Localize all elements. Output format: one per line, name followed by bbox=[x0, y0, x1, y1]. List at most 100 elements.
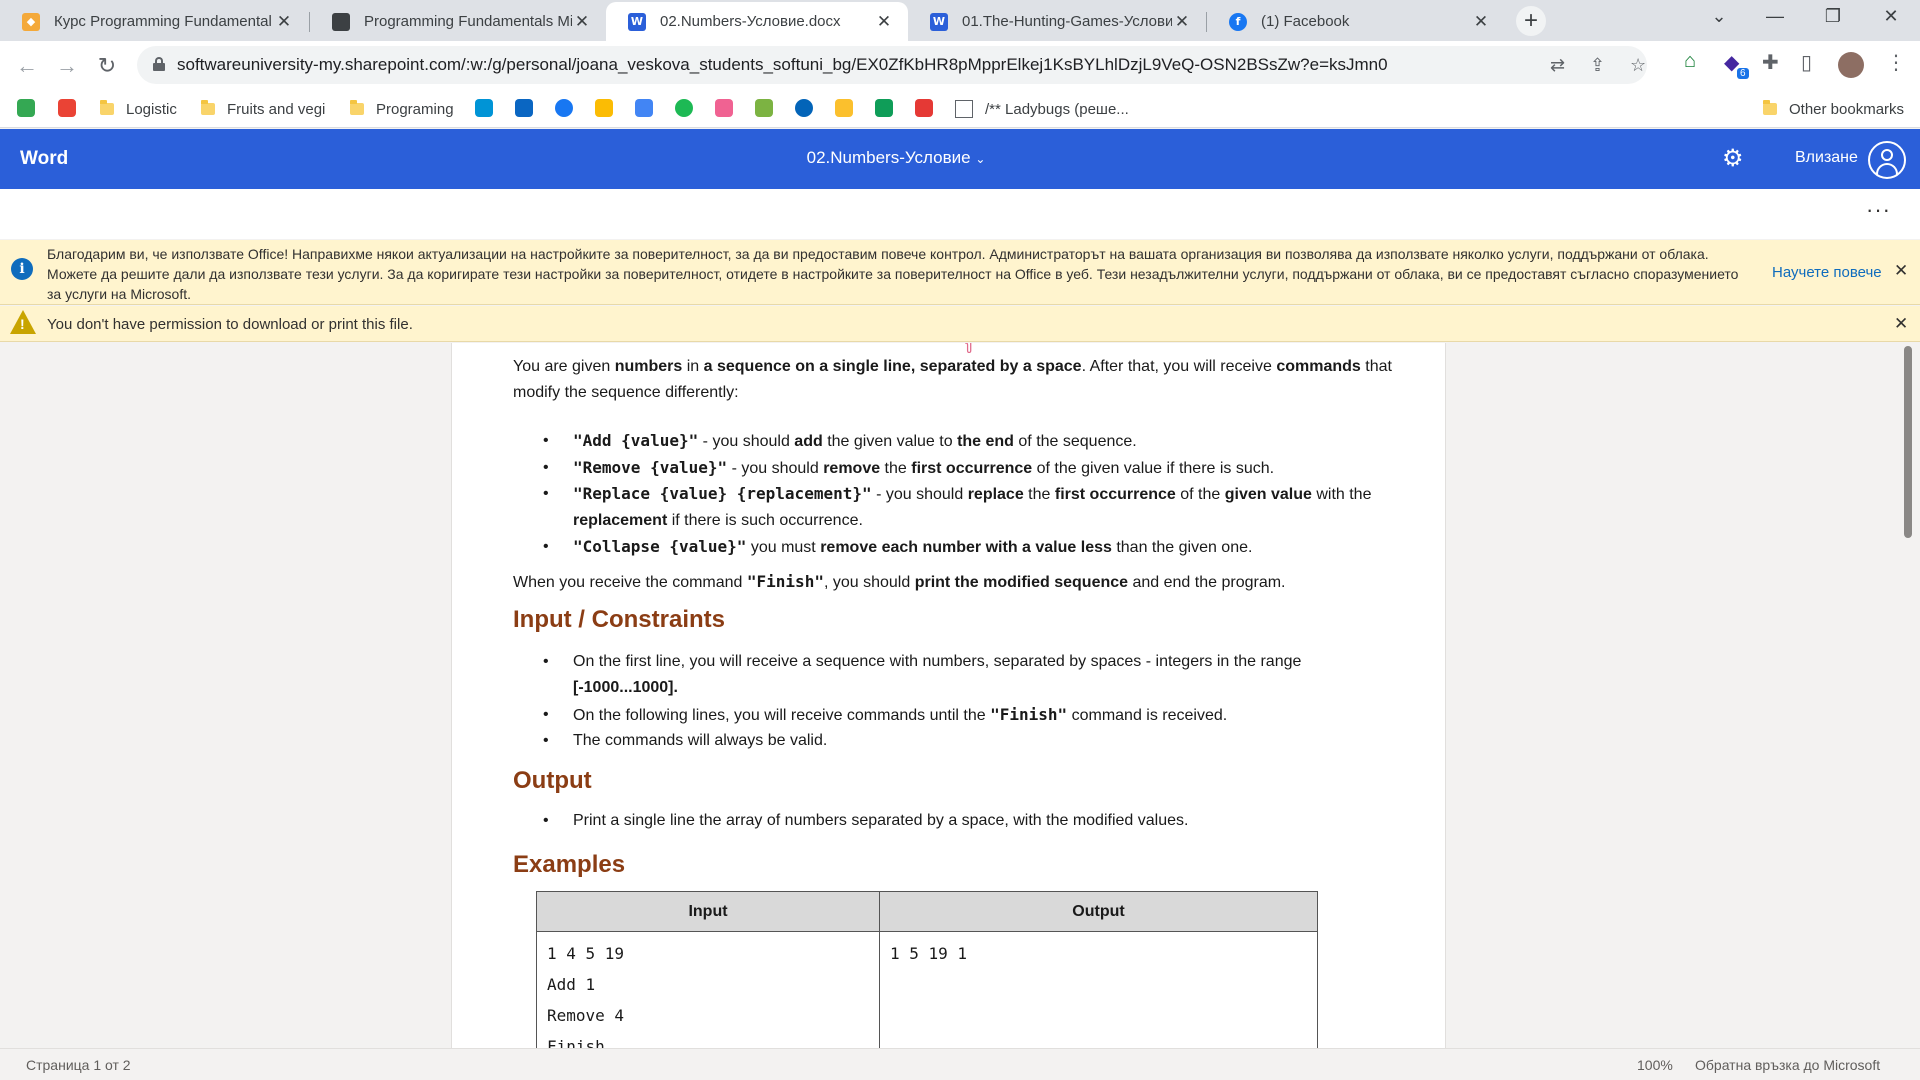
linkedin-icon[interactable] bbox=[515, 99, 533, 117]
c-app-icon[interactable] bbox=[915, 99, 933, 117]
folder-icon bbox=[350, 100, 364, 115]
page-count: Страница 1 от 2 bbox=[26, 1057, 131, 1073]
zoom-level[interactable]: 100% bbox=[1637, 1057, 1673, 1073]
minimize-button[interactable]: — bbox=[1760, 6, 1790, 27]
permission-warning-banner: ! You don't have permission to download … bbox=[0, 306, 1920, 342]
tab-softuni-course[interactable]: ◆ Курс Programming Fundamental ✕ bbox=[0, 2, 308, 41]
tab-title: 01.The-Hunting-Games-Условие bbox=[962, 13, 1172, 30]
gmail-icon[interactable] bbox=[58, 99, 76, 117]
input-bullet-1: On the first line, you will receive a se… bbox=[543, 649, 1383, 701]
tab-hunting-games[interactable]: W 01.The-Hunting-Games-Условие ✕ bbox=[908, 2, 1206, 41]
close-tab-icon[interactable]: ✕ bbox=[274, 12, 294, 32]
example-input-cell: 1 4 5 19 Add 1 Remove 4 Finish bbox=[536, 931, 880, 1048]
close-icon[interactable]: ✕ bbox=[1894, 261, 1908, 281]
close-tab-icon[interactable]: ✕ bbox=[1172, 12, 1192, 32]
bookmark-star-icon[interactable]: ☆ bbox=[1630, 55, 1646, 76]
gear-icon[interactable]: ⚙ bbox=[1722, 144, 1744, 173]
home-extension-icon[interactable]: ⌂ bbox=[1684, 50, 1696, 73]
bookmark-programing[interactable]: Programing bbox=[350, 98, 454, 120]
bookmark-label: Programing bbox=[376, 100, 454, 118]
info-banner-text: Благодарим ви, че използвате Office! Нап… bbox=[47, 246, 1739, 302]
onedrive-icon[interactable] bbox=[795, 99, 813, 117]
restore-button[interactable]: ❐ bbox=[1818, 6, 1848, 27]
table-header-output: Output bbox=[879, 891, 1318, 932]
bookmark-ladybugs[interactable]: /** Ladybugs (реше... bbox=[955, 98, 1129, 120]
sign-in-link[interactable]: Влизане bbox=[1795, 149, 1858, 167]
facebook-icon: f bbox=[1229, 12, 1247, 31]
folder-icon bbox=[201, 100, 215, 115]
document-title[interactable]: 02.Numbers-Условие ⌄ bbox=[0, 148, 1792, 168]
kbc-icon[interactable] bbox=[475, 99, 493, 117]
bookmark-label: /** Ladybugs (реше... bbox=[985, 100, 1129, 118]
more-options-icon[interactable]: ··· bbox=[1866, 197, 1891, 223]
bookmark-fruits[interactable]: Fruits and vegi bbox=[201, 98, 325, 120]
judge-icon bbox=[332, 12, 350, 31]
plus-app-icon[interactable] bbox=[875, 99, 893, 117]
green-app-icon[interactable] bbox=[755, 99, 773, 117]
status-bar: Страница 1 от 2 100% Обратна връзка до M… bbox=[0, 1048, 1920, 1080]
url-text: softwareuniversity-my.sharepoint.com/:w:… bbox=[177, 55, 1388, 74]
share-icon[interactable]: ⇪ bbox=[1590, 55, 1605, 76]
warning-icon: ! bbox=[10, 310, 36, 334]
chevron-down-icon: ⌄ bbox=[975, 152, 986, 166]
tab-facebook[interactable]: f (1) Facebook ✕ bbox=[1207, 2, 1505, 41]
facebook-icon[interactable] bbox=[555, 99, 573, 117]
command-collapse: "Collapse {value}" you must remove each … bbox=[543, 534, 1383, 561]
tab-title: (1) Facebook bbox=[1261, 13, 1350, 30]
input-bullet-3: The commands will always be valid. bbox=[543, 728, 1383, 754]
address-bar[interactable]: softwareuniversity-my.sharepoint.com/:w:… bbox=[137, 46, 1647, 84]
document-canvas: ʅʃ You are given numbers in a sequence o… bbox=[0, 343, 1920, 1048]
other-bookmarks[interactable]: Other bookmarks bbox=[1763, 98, 1904, 120]
bookmark-logistic[interactable]: Logistic bbox=[100, 98, 177, 120]
side-panel-icon[interactable]: ▯ bbox=[1801, 50, 1812, 75]
command-replace: "Replace {value} {replacement}" - you sh… bbox=[543, 481, 1383, 534]
feedback-link[interactable]: Обратна връзка до Microsoft bbox=[1695, 1057, 1880, 1073]
reload-button[interactable]: ↻ bbox=[92, 51, 122, 81]
colorful-app-icon[interactable] bbox=[715, 99, 733, 117]
browser-menu-icon[interactable]: ⋮ bbox=[1886, 50, 1906, 75]
close-tab-icon[interactable]: ✕ bbox=[572, 12, 592, 32]
bookmark-label: Fruits and vegi bbox=[227, 100, 326, 118]
close-tab-icon[interactable]: ✕ bbox=[1471, 12, 1491, 32]
info-icon: i bbox=[11, 258, 33, 280]
new-tab-button[interactable]: + bbox=[1516, 6, 1546, 36]
profile-avatar[interactable] bbox=[1838, 52, 1864, 78]
lock-icon[interactable] bbox=[153, 57, 165, 71]
close-icon[interactable]: ✕ bbox=[1894, 314, 1908, 334]
spotify-icon[interactable] bbox=[675, 99, 693, 117]
input-bullet-2: On the following lines, you will receive… bbox=[543, 702, 1383, 729]
user-icon[interactable] bbox=[1868, 141, 1906, 179]
vertical-scrollbar[interactable] bbox=[1904, 346, 1912, 538]
intro-paragraph: You are given numbers in a sequence on a… bbox=[513, 358, 1392, 401]
tab-title: 02.Numbers-Условие.docx bbox=[660, 13, 841, 30]
close-window-button[interactable]: ✕ bbox=[1876, 6, 1906, 27]
back-button[interactable]: ← bbox=[12, 51, 42, 81]
command-bar: ··· bbox=[0, 189, 1920, 239]
bookmark-label: Other bookmarks bbox=[1789, 100, 1905, 118]
home-bookmark-icon[interactable] bbox=[17, 99, 35, 117]
tab-numbers-docx[interactable]: W 02.Numbers-Условие.docx ✕ bbox=[606, 2, 908, 41]
command-remove: "Remove {value}" - you should remove the… bbox=[543, 455, 1383, 482]
document-page[interactable]: ʅʃ You are given numbers in a sequence o… bbox=[451, 343, 1446, 1048]
binary-icon bbox=[955, 100, 973, 118]
document-title-text: 02.Numbers-Условие bbox=[806, 148, 971, 167]
output-bullet: Print a single line the array of numbers… bbox=[543, 808, 1383, 834]
extensions-puzzle-icon[interactable]: ✚ bbox=[1762, 50, 1779, 75]
examples-heading: Examples bbox=[513, 851, 626, 878]
translate-icon[interactable]: ⇄ bbox=[1550, 55, 1565, 76]
example-output-cell: 1 5 19 1 bbox=[879, 931, 1318, 1048]
learn-more-link[interactable]: Научете повече bbox=[1772, 264, 1882, 281]
tab-judge[interactable]: Programming Fundamentals Mid ✕ bbox=[310, 2, 606, 41]
google-drive-icon[interactable] bbox=[835, 99, 853, 117]
command-add: "Add {value}" - you should add the given… bbox=[543, 428, 1383, 455]
finish-paragraph: When you receive the command "Finish", y… bbox=[513, 572, 1286, 591]
tab-title: Курс Programming Fundamental bbox=[54, 13, 272, 30]
tab-search-icon[interactable]: ⌄ bbox=[1704, 6, 1734, 27]
forward-button[interactable]: → bbox=[52, 51, 82, 81]
extension-badge: 6 bbox=[1737, 68, 1749, 79]
close-tab-icon[interactable]: ✕ bbox=[874, 12, 894, 32]
translate-icon[interactable] bbox=[635, 99, 653, 117]
maps-icon[interactable] bbox=[595, 99, 613, 117]
warning-text: You don't have permission to download or… bbox=[47, 316, 413, 333]
privacy-info-banner: i Благодарим ви, че използвате Office! Н… bbox=[0, 240, 1920, 305]
